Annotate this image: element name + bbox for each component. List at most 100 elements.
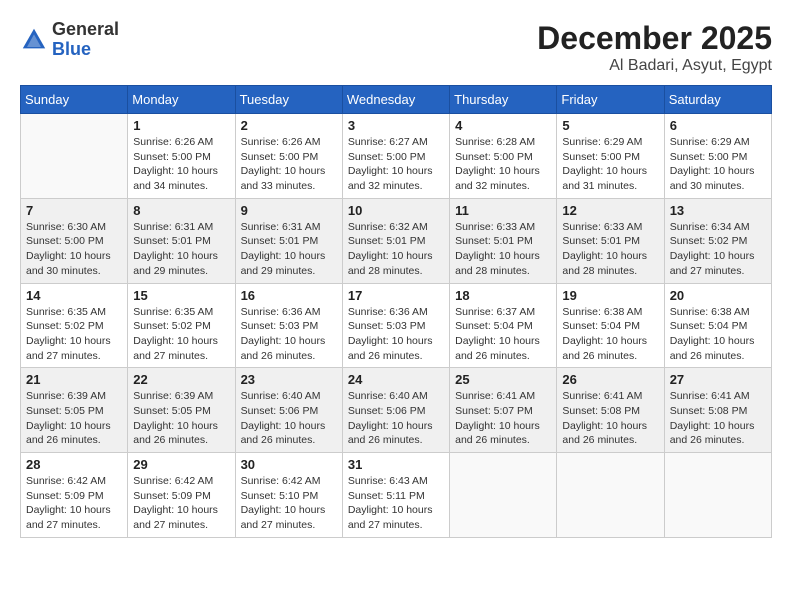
calendar-week-row: 28 Sunrise: 6:42 AMSunset: 5:09 PMDayligh… xyxy=(21,453,772,538)
day-info: Sunrise: 6:33 AMSunset: 5:01 PMDaylight:… xyxy=(455,220,551,279)
calendar-day-cell: 1Sunrise: 6:26 AMSunset: 5:00 PMDaylight… xyxy=(128,114,235,199)
day-number: 24 xyxy=(348,372,444,387)
logo: General Blue xyxy=(20,20,119,60)
calendar-day-cell: 31 Sunrise: 6:43 AMSunset: 5:11 PMDayligh… xyxy=(342,453,449,538)
day-info: Sunrise: 6:34 AMSunset: 5:02 PMDaylight:… xyxy=(670,220,766,279)
day-number: 31 xyxy=(348,457,444,472)
day-info: Sunrise: 6:42 AMSunset: 5:10 PMDaylight:… xyxy=(241,474,337,533)
day-number: 30 xyxy=(241,457,337,472)
day-info: Sunrise: 6:36 AMSunset: 5:03 PMDaylight:… xyxy=(348,305,444,364)
calendar-day-cell: 2Sunrise: 6:26 AMSunset: 5:00 PMDaylight… xyxy=(235,114,342,199)
day-number: 10 xyxy=(348,203,444,218)
calendar-day-cell: 24Sunrise: 6:40 AMSunset: 5:06 PMDayligh… xyxy=(342,368,449,453)
day-number: 17 xyxy=(348,288,444,303)
calendar-day-cell: 17 Sunrise: 6:36 AMSunset: 5:03 PMDayligh… xyxy=(342,283,449,368)
day-number: 7 xyxy=(26,203,122,218)
calendar-day-cell xyxy=(557,453,664,538)
calendar-day-cell: 22 Sunrise: 6:39 AMSunset: 5:05 PMDayligh… xyxy=(128,368,235,453)
day-info: Sunrise: 6:31 AMSunset: 5:01 PMDaylight:… xyxy=(133,220,229,279)
day-info: Sunrise: 6:26 AMSunset: 5:00 PMDaylight:… xyxy=(241,135,337,194)
weekday-header: Thursday xyxy=(450,86,557,114)
day-number: 4 xyxy=(455,118,551,133)
day-number: 15 xyxy=(133,288,229,303)
logo-general: General xyxy=(52,20,119,40)
calendar-day-cell: 3Sunrise: 6:27 AMSunset: 5:00 PMDaylight… xyxy=(342,114,449,199)
calendar-day-cell: 30 Sunrise: 6:42 AMSunset: 5:10 PMDayligh… xyxy=(235,453,342,538)
logo-icon xyxy=(20,26,48,54)
calendar-week-row: 21 Sunrise: 6:39 AMSunset: 5:05 PMDayligh… xyxy=(21,368,772,453)
day-info: Sunrise: 6:30 AMSunset: 5:00 PMDaylight:… xyxy=(26,220,122,279)
day-number: 29 xyxy=(133,457,229,472)
calendar-day-cell: 12 Sunrise: 6:33 AMSunset: 5:01 PMDayligh… xyxy=(557,198,664,283)
calendar-day-cell: 19 Sunrise: 6:38 AMSunset: 5:04 PMDayligh… xyxy=(557,283,664,368)
day-number: 12 xyxy=(562,203,658,218)
calendar-day-cell: 6Sunrise: 6:29 AMSunset: 5:00 PMDaylight… xyxy=(664,114,771,199)
day-info: Sunrise: 6:38 AMSunset: 5:04 PMDaylight:… xyxy=(670,305,766,364)
day-number: 28 xyxy=(26,457,122,472)
day-info: Sunrise: 6:40 AMSunset: 5:06 PMDaylight:… xyxy=(241,389,337,448)
day-number: 25 xyxy=(455,372,551,387)
calendar-week-row: 7 Sunrise: 6:30 AMSunset: 5:00 PMDaylight… xyxy=(21,198,772,283)
day-info: Sunrise: 6:41 AMSunset: 5:08 PMDaylight:… xyxy=(670,389,766,448)
day-number: 3 xyxy=(348,118,444,133)
title-area: December 2025 Al Badari, Asyut, Egypt xyxy=(537,20,772,75)
day-info: Sunrise: 6:39 AMSunset: 5:05 PMDaylight:… xyxy=(26,389,122,448)
calendar-week-row: 1 Sunrise: 6:26 AMSunset: 5:00 PMDaylight… xyxy=(21,114,772,199)
day-number: 14 xyxy=(26,288,122,303)
calendar-day-cell: 4 Sunrise: 6:28 AMSunset: 5:00 PMDaylight… xyxy=(450,114,557,199)
location-title: Al Badari, Asyut, Egypt xyxy=(537,57,772,75)
day-info: Sunrise: 6:33 AMSunset: 5:01 PMDaylight:… xyxy=(562,220,658,279)
calendar-day-cell: 5 Sunrise: 6:29 AMSunset: 5:00 PMDaylight… xyxy=(557,114,664,199)
day-number: 22 xyxy=(133,372,229,387)
day-info: Sunrise: 6:36 AMSunset: 5:03 PMDaylight:… xyxy=(241,305,337,364)
day-info: Sunrise: 6:41 AMSunset: 5:08 PMDaylight:… xyxy=(562,389,658,448)
day-number: 23 xyxy=(241,372,337,387)
day-number: 11 xyxy=(455,203,551,218)
day-info: Sunrise: 6:43 AMSunset: 5:11 PMDaylight:… xyxy=(348,474,444,533)
day-number: 19 xyxy=(562,288,658,303)
day-number: 1 xyxy=(133,118,229,133)
calendar-day-cell: 25Sunrise: 6:41 AMSunset: 5:07 PMDayligh… xyxy=(450,368,557,453)
day-number: 9 xyxy=(241,203,337,218)
day-number: 6 xyxy=(670,118,766,133)
weekday-header: Saturday xyxy=(664,86,771,114)
weekday-header: Friday xyxy=(557,86,664,114)
calendar-week-row: 14Sunrise: 6:35 AMSunset: 5:02 PMDayligh… xyxy=(21,283,772,368)
day-number: 18 xyxy=(455,288,551,303)
calendar-day-cell: 28Sunrise: 6:42 AMSunset: 5:09 PMDayligh… xyxy=(21,453,128,538)
logo-blue: Blue xyxy=(52,40,119,60)
day-info: Sunrise: 6:28 AMSunset: 5:00 PMDaylight:… xyxy=(455,135,551,194)
day-info: Sunrise: 6:29 AMSunset: 5:00 PMDaylight:… xyxy=(562,135,658,194)
calendar-day-cell: 15Sunrise: 6:35 AMSunset: 5:02 PMDayligh… xyxy=(128,283,235,368)
calendar-day-cell: 16 Sunrise: 6:36 AMSunset: 5:03 PMDayligh… xyxy=(235,283,342,368)
month-title: December 2025 xyxy=(537,20,772,57)
calendar-day-cell xyxy=(450,453,557,538)
calendar-day-cell xyxy=(664,453,771,538)
weekday-header: Monday xyxy=(128,86,235,114)
calendar-day-cell: 10Sunrise: 6:32 AMSunset: 5:01 PMDayligh… xyxy=(342,198,449,283)
weekday-header: Wednesday xyxy=(342,86,449,114)
calendar-day-cell xyxy=(21,114,128,199)
day-number: 26 xyxy=(562,372,658,387)
calendar-day-cell: 23 Sunrise: 6:40 AMSunset: 5:06 PMDayligh… xyxy=(235,368,342,453)
calendar-day-cell: 26 Sunrise: 6:41 AMSunset: 5:08 PMDayligh… xyxy=(557,368,664,453)
calendar-table: SundayMondayTuesdayWednesdayThursdayFrid… xyxy=(20,85,772,538)
day-number: 21 xyxy=(26,372,122,387)
calendar-day-cell: 7 Sunrise: 6:30 AMSunset: 5:00 PMDaylight… xyxy=(21,198,128,283)
weekday-header: Tuesday xyxy=(235,86,342,114)
calendar-day-cell: 11 Sunrise: 6:33 AMSunset: 5:01 PMDayligh… xyxy=(450,198,557,283)
calendar-day-cell: 9Sunrise: 6:31 AMSunset: 5:01 PMDaylight… xyxy=(235,198,342,283)
day-number: 16 xyxy=(241,288,337,303)
calendar-day-cell: 8Sunrise: 6:31 AMSunset: 5:01 PMDaylight… xyxy=(128,198,235,283)
page-header: General Blue December 2025 Al Badari, As… xyxy=(20,20,772,75)
day-info: Sunrise: 6:42 AMSunset: 5:09 PMDaylight:… xyxy=(133,474,229,533)
calendar-day-cell: 20Sunrise: 6:38 AMSunset: 5:04 PMDayligh… xyxy=(664,283,771,368)
day-info: Sunrise: 6:38 AMSunset: 5:04 PMDaylight:… xyxy=(562,305,658,364)
day-number: 5 xyxy=(562,118,658,133)
calendar-day-cell: 13 Sunrise: 6:34 AMSunset: 5:02 PMDayligh… xyxy=(664,198,771,283)
day-number: 27 xyxy=(670,372,766,387)
day-number: 13 xyxy=(670,203,766,218)
calendar-day-cell: 27 Sunrise: 6:41 AMSunset: 5:08 PMDayligh… xyxy=(664,368,771,453)
day-info: Sunrise: 6:39 AMSunset: 5:05 PMDaylight:… xyxy=(133,389,229,448)
calendar-day-cell: 18Sunrise: 6:37 AMSunset: 5:04 PMDayligh… xyxy=(450,283,557,368)
